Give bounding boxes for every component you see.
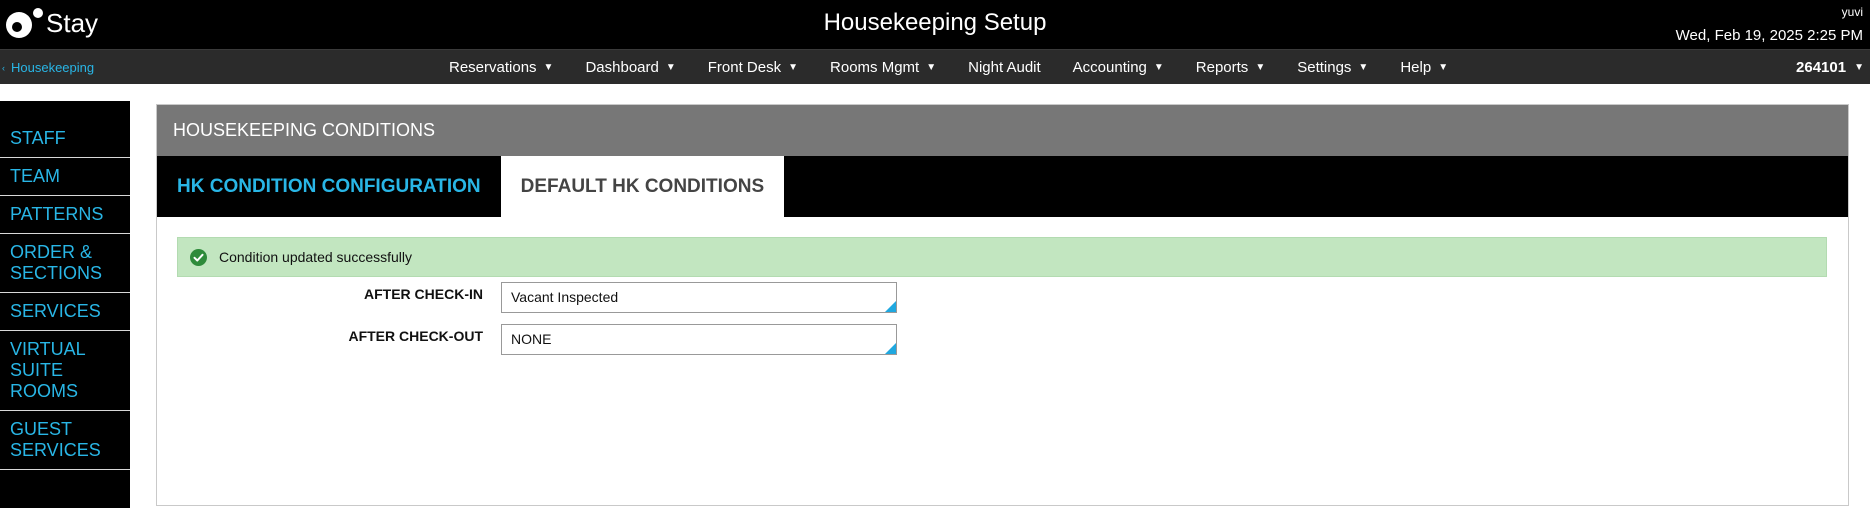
dropdown-corner-icon bbox=[885, 343, 896, 354]
nav-night-audit[interactable]: Night Audit bbox=[968, 59, 1041, 76]
nav-label: Reports bbox=[1195, 59, 1249, 76]
after-check-out-label: AFTER CHECK-OUT bbox=[348, 328, 483, 344]
tab-bar: HK CONDITION CONFIGURATION DEFAULT HK CO… bbox=[157, 156, 1848, 217]
logo-icon bbox=[6, 8, 43, 38]
alert-message: Condition updated successfully bbox=[219, 249, 413, 265]
dropdown-corner-icon bbox=[885, 301, 896, 312]
after-check-in-select[interactable]: Vacant Inspected bbox=[501, 282, 897, 313]
nav-accounting[interactable]: Accounting ▼ bbox=[1073, 59, 1164, 76]
nav-front-desk[interactable]: Front Desk ▼ bbox=[708, 59, 798, 76]
nav-label: Reservations bbox=[449, 59, 537, 76]
caret-down-icon: ▼ bbox=[665, 62, 676, 73]
user-name[interactable]: yuvi bbox=[1676, 5, 1863, 20]
nav-label: Rooms Mgmt bbox=[830, 59, 920, 76]
caret-down-icon: ▼ bbox=[543, 62, 554, 73]
property-id: 264101 bbox=[1796, 59, 1847, 76]
after-check-in-value: Vacant Inspected bbox=[511, 289, 619, 305]
sidebar-item-staff[interactable]: STAFF bbox=[0, 101, 130, 158]
breadcrumb[interactable]: ‹ Housekeeping bbox=[2, 50, 94, 85]
app-logo[interactable]: Stay bbox=[4, 6, 98, 40]
after-check-out-row: AFTER CHECK-OUT NONE bbox=[157, 324, 1157, 356]
nav-label: Night Audit bbox=[968, 59, 1041, 76]
main-nav-bar: ‹ Housekeeping Reservations ▼ Dashboard ▼ … bbox=[0, 49, 1870, 84]
sidebar-item-virtual-suite-rooms[interactable]: VIRTUAL SUITE ROOMS bbox=[0, 331, 130, 411]
caret-down-icon: ▼ bbox=[1358, 62, 1369, 73]
property-selector[interactable]: 264101 ▼ bbox=[1796, 50, 1864, 85]
caret-down-icon: ▼ bbox=[1153, 62, 1164, 73]
breadcrumb-label: Housekeeping bbox=[11, 60, 95, 75]
caret-down-icon: ▼ bbox=[1854, 62, 1864, 73]
top-bar: Stay Housekeeping Setup yuvi Wed, Feb 19… bbox=[0, 0, 1870, 49]
chevron-left-icon: ‹ bbox=[2, 62, 5, 73]
page-title: Housekeeping Setup bbox=[823, 9, 1047, 36]
nav-reservations[interactable]: Reservations ▼ bbox=[449, 59, 553, 76]
tab-default-hk-conditions[interactable]: DEFAULT HK CONDITIONS bbox=[500, 156, 785, 217]
check-circle-icon bbox=[190, 248, 207, 266]
nav-settings[interactable]: Settings ▼ bbox=[1297, 59, 1368, 76]
caret-down-icon: ▼ bbox=[1255, 62, 1266, 73]
housekeeping-conditions-panel: HOUSEKEEPING CONDITIONS HK CONDITION CON… bbox=[156, 104, 1849, 506]
nav-label: Front Desk bbox=[707, 59, 782, 76]
current-datetime: Wed, Feb 19, 2025 2:25 PM bbox=[1675, 27, 1863, 44]
tab-hk-condition-configuration[interactable]: HK CONDITION CONFIGURATION bbox=[157, 156, 501, 217]
nav-label: Dashboard bbox=[585, 59, 659, 76]
after-check-out-value: NONE bbox=[511, 331, 552, 347]
sidebar-item-patterns[interactable]: PATTERNS bbox=[0, 196, 130, 234]
sidebar-item-team[interactable]: TEAM bbox=[0, 158, 130, 196]
user-info: yuvi Wed, Feb 19, 2025 2:25 PM bbox=[1676, 5, 1863, 43]
panel-header: HOUSEKEEPING CONDITIONS bbox=[157, 105, 1848, 156]
nav-label: Settings bbox=[1297, 59, 1352, 76]
after-check-in-row: AFTER CHECK-IN Vacant Inspected bbox=[157, 282, 1157, 314]
nav-help[interactable]: Help ▼ bbox=[1400, 59, 1448, 76]
caret-down-icon: ▼ bbox=[926, 62, 937, 73]
sidebar-item-services[interactable]: SERVICES bbox=[0, 293, 130, 331]
sidebar-item-order-sections[interactable]: ORDER & SECTIONS bbox=[0, 234, 130, 293]
nav-rooms-mgmt[interactable]: Rooms Mgmt ▼ bbox=[830, 59, 936, 76]
nav-reports[interactable]: Reports ▼ bbox=[1196, 59, 1265, 76]
after-check-out-select[interactable]: NONE bbox=[501, 324, 897, 355]
caret-down-icon: ▼ bbox=[1438, 62, 1449, 73]
main-menu: Reservations ▼ Dashboard ▼ Front Desk ▼ Roo… bbox=[449, 50, 1480, 85]
nav-label: Help bbox=[1400, 59, 1432, 76]
after-check-in-label: AFTER CHECK-IN bbox=[364, 286, 483, 302]
nav-dashboard[interactable]: Dashboard ▼ bbox=[585, 59, 675, 76]
caret-down-icon: ▼ bbox=[788, 62, 799, 73]
logo-text: Stay bbox=[46, 7, 99, 38]
sidebar-item-guest-services[interactable]: GUEST SERVICES bbox=[0, 411, 130, 470]
success-alert: Condition updated successfully bbox=[177, 237, 1827, 277]
sidebar: STAFF TEAM PATTERNS ORDER & SECTIONS SER… bbox=[0, 101, 130, 508]
nav-label: Accounting bbox=[1072, 59, 1147, 76]
